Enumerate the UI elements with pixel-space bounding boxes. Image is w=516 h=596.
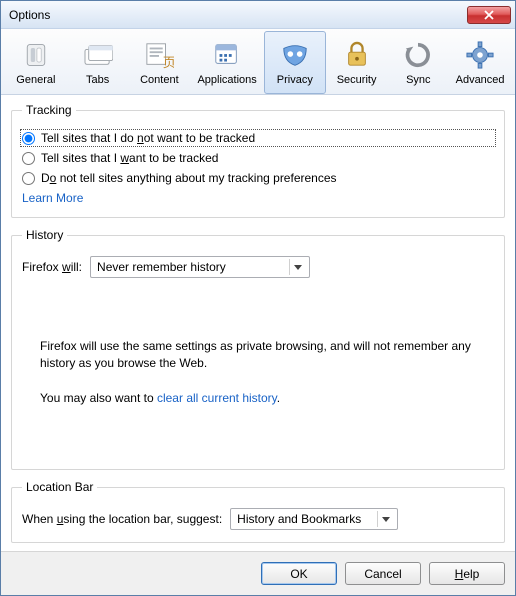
- tracking-radio-2[interactable]: [22, 152, 35, 165]
- locationbar-group: Location Bar When using the location bar…: [11, 480, 505, 543]
- help-button[interactable]: Help: [429, 562, 505, 585]
- locationbar-label: When using the location bar, suggest:: [22, 512, 222, 526]
- tab-content[interactable]: 页 Content: [129, 31, 191, 94]
- tab-applications-label: Applications: [197, 74, 256, 86]
- tracking-want-track[interactable]: Tell sites that I want to be tracked: [22, 151, 494, 165]
- chevron-down-icon: [377, 511, 393, 527]
- svg-text:页: 页: [163, 55, 174, 69]
- close-icon: [484, 10, 494, 20]
- tab-tabs[interactable]: Tabs: [67, 31, 129, 94]
- applications-icon: [211, 39, 243, 71]
- locationbar-row: When using the location bar, suggest: Hi…: [22, 508, 494, 530]
- tracking-opt3-text: Do not tell sites anything about my trac…: [41, 171, 337, 185]
- history-select-value: Never remember history: [97, 260, 226, 274]
- tab-advanced-label: Advanced: [456, 74, 505, 86]
- tab-privacy-label: Privacy: [277, 74, 313, 86]
- locationbar-select-value: History and Bookmarks: [237, 512, 361, 526]
- tab-security-label: Security: [337, 74, 377, 86]
- tracking-radio-1[interactable]: [22, 132, 35, 145]
- options-window: Options General Tabs 页 Content: [0, 0, 516, 596]
- tracking-opt2-text: Tell sites that I want to be tracked: [41, 151, 218, 165]
- tab-sync[interactable]: Sync: [387, 31, 449, 94]
- category-toolbar: General Tabs 页 Content Applications Priv…: [1, 29, 515, 95]
- clear-history-link[interactable]: clear all current history: [157, 391, 277, 405]
- gear-icon: [464, 39, 496, 71]
- tab-advanced[interactable]: Advanced: [449, 31, 511, 94]
- tracking-no-pref[interactable]: Do not tell sites anything about my trac…: [22, 171, 494, 185]
- history-label: Firefox will:: [22, 260, 82, 274]
- tracking-group: Tracking Tell sites that I do not want t…: [11, 103, 505, 218]
- sync-icon: [402, 39, 434, 71]
- titlebar: Options: [1, 1, 515, 29]
- history-mode-row: Firefox will: Never remember history: [22, 256, 494, 278]
- tab-sync-label: Sync: [406, 74, 430, 86]
- switch-icon: [20, 39, 52, 71]
- content-icon: 页: [143, 39, 175, 71]
- chevron-down-icon: [289, 259, 305, 275]
- locationbar-legend: Location Bar: [22, 480, 97, 494]
- tab-content-label: Content: [140, 74, 179, 86]
- tab-tabs-label: Tabs: [86, 74, 109, 86]
- tab-general-label: General: [16, 74, 55, 86]
- history-description: Firefox will use the same settings as pr…: [40, 338, 494, 424]
- tracking-learn-more-link[interactable]: Learn More: [22, 191, 83, 205]
- tracking-legend: Tracking: [22, 103, 76, 117]
- history-text-2: You may also want to clear all current h…: [40, 390, 480, 407]
- ok-button[interactable]: OK: [261, 562, 337, 585]
- lock-icon: [341, 39, 373, 71]
- content-area: Tracking Tell sites that I do not want t…: [1, 95, 515, 551]
- window-title: Options: [9, 8, 50, 22]
- tracking-do-not-track[interactable]: Tell sites that I do not want to be trac…: [22, 131, 494, 145]
- history-mode-select[interactable]: Never remember history: [90, 256, 310, 278]
- tabs-icon: [82, 39, 114, 71]
- mask-icon: [279, 39, 311, 71]
- history-legend: History: [22, 228, 67, 242]
- tracking-radio-3[interactable]: [22, 172, 35, 185]
- history-group: History Firefox will: Never remember his…: [11, 228, 505, 470]
- tab-applications[interactable]: Applications: [190, 31, 264, 94]
- dialog-footer: OK Cancel Help: [1, 551, 515, 595]
- history-text-1: Firefox will use the same settings as pr…: [40, 338, 480, 372]
- cancel-button[interactable]: Cancel: [345, 562, 421, 585]
- locationbar-suggest-select[interactable]: History and Bookmarks: [230, 508, 398, 530]
- close-button[interactable]: [467, 6, 511, 24]
- tab-security[interactable]: Security: [326, 31, 388, 94]
- tab-general[interactable]: General: [5, 31, 67, 94]
- tracking-opt1-text: Tell sites that I do not want to be trac…: [41, 131, 255, 145]
- tab-privacy[interactable]: Privacy: [264, 31, 326, 94]
